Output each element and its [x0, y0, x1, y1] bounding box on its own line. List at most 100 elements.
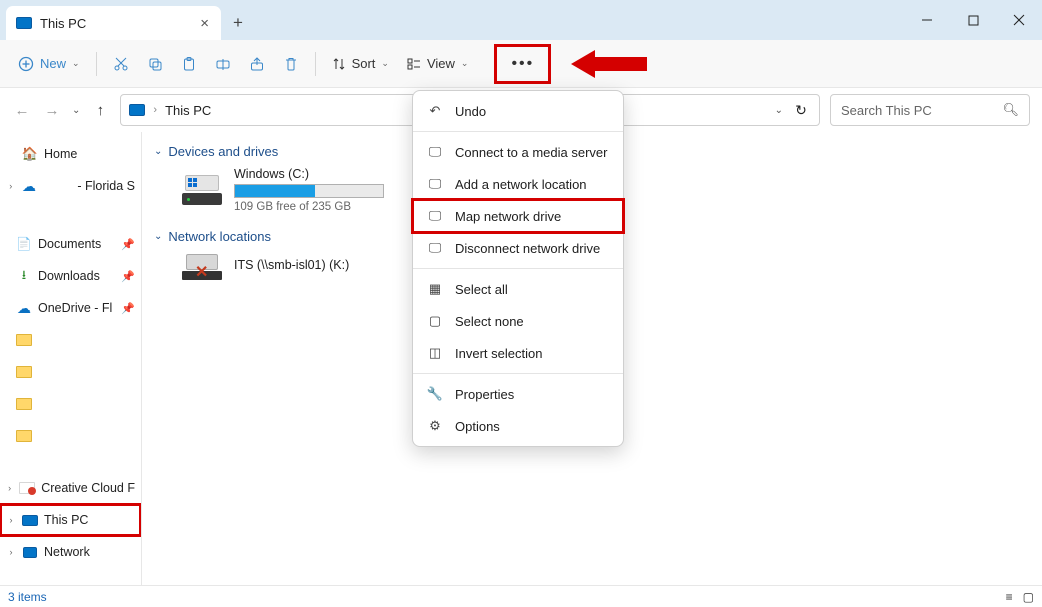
nav-recent-button[interactable]: ⌄: [72, 105, 80, 116]
folder-icon: [16, 430, 32, 442]
sort-icon: [332, 57, 346, 71]
menu-select-none[interactable]: ▢Select none: [413, 305, 623, 337]
menu-separator: [413, 268, 623, 269]
close-window-button[interactable]: [996, 0, 1042, 40]
sidebar-label: This PC: [44, 513, 88, 527]
item-count: 3 items: [8, 590, 47, 604]
sidebar-item-network[interactable]: › Network: [0, 536, 141, 568]
home-icon: 🏠: [22, 147, 38, 161]
group-label: Devices and drives: [168, 144, 278, 159]
monitor-icon: 🖵: [427, 176, 443, 192]
sidebar-label: Documents: [38, 237, 101, 251]
expand-icon[interactable]: ›: [6, 181, 15, 191]
menu-select-all[interactable]: ▦Select all: [413, 273, 623, 305]
sidebar-label: Home: [44, 147, 77, 161]
cut-button[interactable]: [105, 48, 137, 80]
delete-button[interactable]: [275, 48, 307, 80]
search-icon: 🔍︎: [1002, 102, 1019, 118]
copy-button[interactable]: [139, 48, 171, 80]
sidebar-item-folder2[interactable]: [0, 356, 141, 388]
drive-usage-bar: [234, 184, 384, 198]
search-input[interactable]: Search This PC 🔍︎: [830, 94, 1030, 126]
folder-icon: [16, 334, 32, 346]
sidebar-item-folder4[interactable]: [0, 420, 141, 452]
copy-icon: [147, 56, 163, 72]
menu-invert-selection[interactable]: ◫Invert selection: [413, 337, 623, 369]
sidebar-item-downloads[interactable]: ⭳Downloads📌: [0, 260, 141, 292]
sidebar-label: OneDrive - Fl: [38, 301, 112, 315]
view-button[interactable]: View ⌄: [399, 48, 477, 80]
creative-cloud-icon: [19, 481, 35, 495]
menu-map-network-drive[interactable]: 🖵Map network drive: [413, 200, 623, 232]
view-label: View: [427, 56, 455, 71]
nav-back-button[interactable]: ←: [12, 102, 32, 119]
select-all-icon: ▦: [427, 281, 443, 297]
sidebar-item-home[interactable]: 🏠 Home: [0, 138, 141, 170]
sort-button[interactable]: Sort ⌄: [324, 48, 397, 80]
nav-up-button[interactable]: ↑: [90, 102, 110, 119]
wrench-icon: 🔧: [427, 386, 443, 402]
pin-icon: 📌: [121, 238, 135, 251]
new-tab-button[interactable]: +: [221, 6, 255, 40]
thumbnails-view-button[interactable]: ▢: [1023, 590, 1034, 604]
paste-button[interactable]: [173, 48, 205, 80]
sidebar-item-folder1[interactable]: [0, 324, 141, 356]
chevron-down-icon: ⌄: [72, 58, 80, 69]
this-pc-icon: [129, 104, 145, 116]
chevron-down-icon: ⌄: [461, 58, 469, 69]
rename-icon: [215, 56, 231, 72]
title-bar: This PC × +: [0, 0, 1042, 40]
chevron-down-icon: ⌄: [154, 146, 162, 157]
navigation-sidebar: 🏠Home ›☁ - Florida S 📄Documents📌 ⭳Downlo…: [0, 132, 142, 585]
network-drive-icon: ✕: [182, 252, 222, 280]
browser-tab[interactable]: This PC ×: [6, 6, 221, 40]
trash-icon: [283, 56, 299, 72]
new-label: New: [40, 56, 66, 71]
monitor-icon: 🖵: [427, 144, 443, 160]
sidebar-item-this-pc[interactable]: › This PC: [0, 504, 141, 536]
menu-separator: [413, 373, 623, 374]
tab-title: This PC: [40, 16, 198, 31]
download-icon: ⭳: [16, 269, 32, 283]
annotation-arrow: [571, 50, 647, 78]
menu-options[interactable]: ⚙Options: [413, 410, 623, 442]
expand-icon[interactable]: ›: [6, 547, 16, 557]
sidebar-item-folder3[interactable]: [0, 388, 141, 420]
close-tab-icon[interactable]: ×: [198, 15, 211, 32]
breadcrumb-current[interactable]: This PC: [165, 103, 211, 118]
refresh-button[interactable]: ↻: [791, 102, 811, 119]
select-none-icon: ▢: [427, 313, 443, 329]
clipboard-icon: [181, 56, 197, 72]
details-view-button[interactable]: ≡: [1006, 590, 1013, 604]
this-pc-icon: [16, 17, 32, 29]
minimize-button[interactable]: [904, 0, 950, 40]
sidebar-item-ccf[interactable]: › Creative Cloud F: [0, 472, 141, 504]
sidebar-label: Network: [44, 545, 90, 559]
more-button[interactable]: •••: [503, 49, 542, 79]
expand-icon[interactable]: ›: [6, 483, 13, 493]
menu-separator: [413, 131, 623, 132]
sidebar-item-documents[interactable]: 📄Documents📌: [0, 228, 141, 260]
chevron-down-icon[interactable]: ⌄: [775, 105, 783, 116]
rename-button[interactable]: [207, 48, 239, 80]
undo-icon: ↶: [427, 103, 443, 119]
new-button[interactable]: New ⌄: [10, 48, 88, 80]
sidebar-label: - Florida S: [43, 179, 135, 193]
view-icon: [407, 57, 421, 71]
share-button[interactable]: [241, 48, 273, 80]
sidebar-item-onedrive[interactable]: ☁OneDrive - Fl📌: [0, 292, 141, 324]
sidebar-label: Creative Cloud F: [41, 481, 135, 495]
menu-add-network-location[interactable]: 🖵Add a network location: [413, 168, 623, 200]
menu-media-server[interactable]: 🖵Connect to a media server: [413, 136, 623, 168]
menu-undo[interactable]: ↶Undo: [413, 95, 623, 127]
expand-icon[interactable]: ›: [6, 515, 16, 525]
maximize-button[interactable]: [950, 0, 996, 40]
menu-properties[interactable]: 🔧Properties: [413, 378, 623, 410]
toolbar: New ⌄ Sort ⌄ View ⌄ •••: [0, 40, 1042, 88]
separator: [96, 52, 97, 76]
gear-icon: ⚙: [427, 418, 443, 434]
nav-forward-button[interactable]: →: [42, 102, 62, 119]
menu-disconnect-network-drive[interactable]: 🖵Disconnect network drive: [413, 232, 623, 264]
pin-icon: 📌: [121, 270, 135, 283]
sidebar-item-florida[interactable]: ›☁ - Florida S: [0, 170, 141, 202]
